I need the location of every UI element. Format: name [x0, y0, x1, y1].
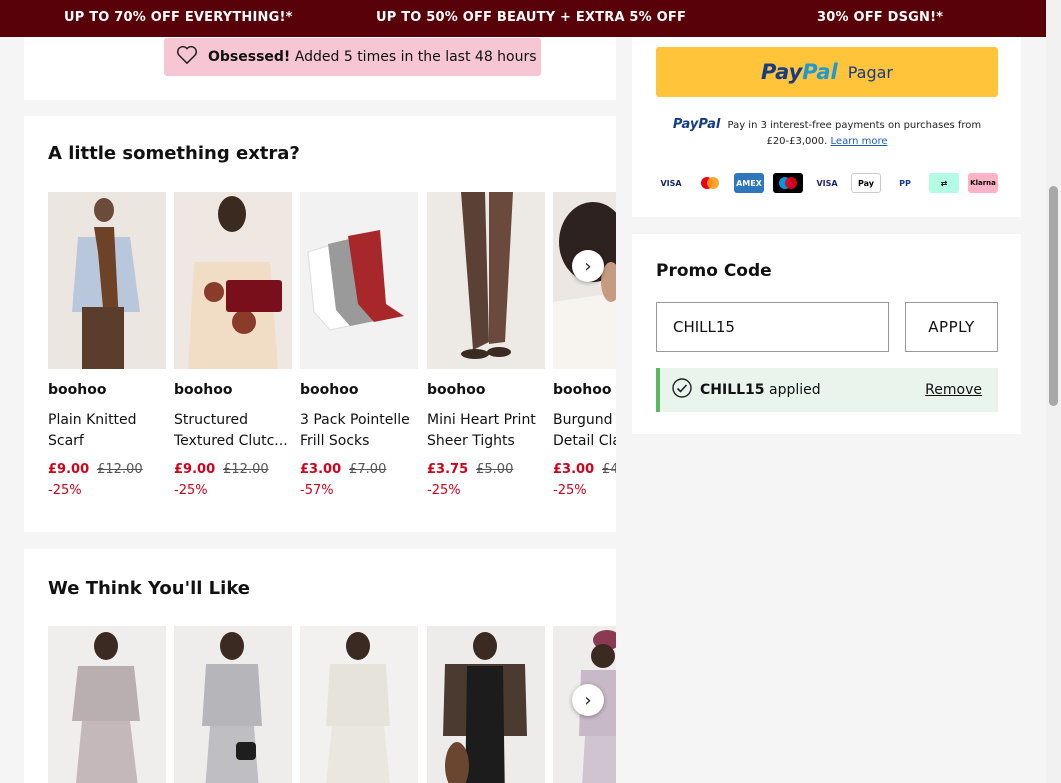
product-price: £3.00 £7.00	[300, 462, 387, 477]
learn-more-link[interactable]: Learn more	[831, 136, 888, 147]
product-image[interactable]	[300, 192, 418, 369]
visa-icon: VISA	[656, 173, 686, 193]
chevron-right-icon: ›	[584, 255, 592, 277]
promo-code-input[interactable]: CHILL15	[656, 302, 889, 352]
product-card[interactable]: boohoo 3 Pack Pointelle Frill Socks £3.00…	[300, 192, 418, 498]
paypal-logo: PayPal	[761, 60, 838, 84]
product-name[interactable]: Mini Heart Print Sheer Tights	[427, 410, 553, 452]
paypal-checkout-button[interactable]: PayPal Pagar	[656, 47, 998, 97]
maestro-icon	[773, 173, 803, 193]
product-discount: -25%	[48, 483, 82, 498]
applied-text: applied	[768, 382, 821, 398]
product-discount: -57%	[300, 483, 334, 498]
product-image[interactable]	[174, 192, 292, 369]
product-discount: -25%	[553, 483, 587, 498]
section-title: A little something extra?	[48, 143, 300, 164]
product-price: £9.00 £12.00	[48, 462, 143, 477]
paypal-small-logo: PayPal	[672, 117, 721, 132]
promo-bar: UP TO 70% OFF EVERYTHING!* UP TO 50% OFF…	[0, 0, 1046, 37]
product-image[interactable]	[427, 626, 545, 783]
page-scrollbar[interactable]	[1046, 0, 1061, 783]
product-image[interactable]	[48, 192, 166, 369]
product-card[interactable]	[300, 626, 418, 783]
promo-offer-1[interactable]: UP TO 70% OFF EVERYTHING!*	[64, 10, 293, 25]
apple-pay-icon: Pay	[851, 173, 881, 193]
apply-promo-button[interactable]: APPLY	[905, 302, 998, 352]
product-price: £9.00 £12.00	[174, 462, 269, 477]
product-image[interactable]	[300, 626, 418, 783]
promo-code-card: Promo Code CHILL15 APPLY CHILL15 applied…	[632, 234, 1021, 434]
promo-applied-message: CHILL15 applied Remove	[656, 368, 998, 412]
product-card[interactable]	[48, 626, 166, 783]
product-card[interactable]: boohoo Plain Knitted Scarf £9.00 £12.00 -2…	[48, 192, 166, 498]
applied-code: CHILL15	[700, 382, 765, 398]
product-name[interactable]: 3 Pack Pointelle Frill Socks	[300, 410, 426, 452]
promo-offer-3[interactable]: 30% OFF DSGN!*	[817, 10, 943, 25]
product-image[interactable]	[174, 626, 292, 783]
remove-promo-link[interactable]: Remove	[925, 382, 982, 398]
paypal-button-label: Pagar	[847, 62, 893, 82]
promo-offer-2[interactable]: UP TO 50% OFF BEAUTY + EXTRA 5% OFF	[376, 10, 686, 25]
clearpay-icon: ⇄	[929, 173, 959, 193]
product-card[interactable]: boohoo Structured Textured Clutc... £9.00…	[174, 192, 292, 498]
scrollbar-thumb[interactable]	[1049, 186, 1058, 406]
paypal-pay-in-3-message: PayPal Pay in 3 interest-free payments o…	[662, 117, 992, 150]
product-image[interactable]	[427, 192, 545, 369]
visa-electron-icon: VISA	[812, 173, 842, 193]
klarna-icon: Klarna	[968, 173, 998, 193]
recommended-section: We Think You'll Like ›	[24, 549, 616, 783]
section-title: We Think You'll Like	[48, 578, 251, 599]
product-price: £3.00 £4	[553, 462, 616, 477]
product-card[interactable]: boohoo Mini Heart Print Sheer Tights £3.7…	[427, 192, 545, 498]
product-discount: -25%	[174, 483, 208, 498]
product-brand: boohoo	[174, 382, 233, 398]
check-circle-icon	[672, 378, 692, 402]
obsessed-badge: Obsessed! Added 5 times in the last 48 h…	[164, 38, 541, 76]
paypal-icon: PP	[890, 173, 920, 193]
heart-icon	[176, 45, 198, 69]
carousel-next-button[interactable]: ›	[572, 684, 604, 716]
obsessed-label: Obsessed!	[208, 49, 291, 65]
product-brand: boohoo	[553, 382, 612, 398]
extra-products-section: A little something extra? boohoo Plain K…	[24, 116, 616, 532]
payment-card: PayPal Pagar PayPal Pay in 3 interest-fr…	[632, 37, 1021, 217]
product-name[interactable]: Structured Textured Clutc...	[174, 410, 300, 452]
product-card[interactable]	[427, 626, 545, 783]
product-carousel	[48, 626, 616, 783]
product-price: £3.75 £5.00	[427, 462, 514, 477]
product-card[interactable]	[174, 626, 292, 783]
product-social-proof-card: Obsessed! Added 5 times in the last 48 h…	[24, 37, 616, 100]
product-carousel: boohoo Plain Knitted Scarf £9.00 £12.00 -2…	[48, 192, 616, 512]
product-name[interactable]: Burgund Detail Cla	[553, 410, 616, 452]
product-brand: boohoo	[48, 382, 107, 398]
product-discount: -25%	[427, 483, 461, 498]
product-brand: boohoo	[300, 382, 359, 398]
product-name[interactable]: Plain Knitted Scarf	[48, 410, 174, 452]
mastercard-icon	[695, 173, 725, 193]
chevron-right-icon: ›	[584, 689, 592, 711]
carousel-next-button[interactable]: ›	[572, 250, 604, 282]
amex-icon: AMEX	[734, 173, 764, 193]
promo-code-title: Promo Code	[656, 261, 772, 281]
obsessed-text: Added 5 times in the last 48 hours	[294, 49, 537, 65]
payment-methods: VISA AMEX VISA Pay PP ⇄ Klarna	[656, 173, 998, 193]
product-brand: boohoo	[427, 382, 486, 398]
product-image[interactable]	[48, 626, 166, 783]
